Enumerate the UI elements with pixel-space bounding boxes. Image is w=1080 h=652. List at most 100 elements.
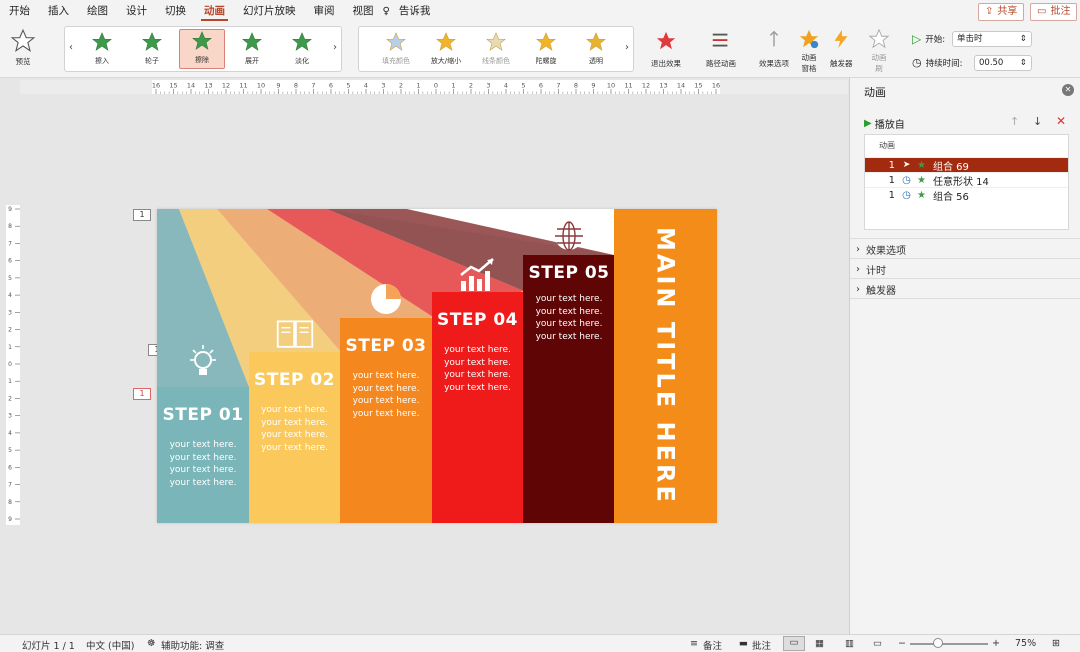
- notes-button[interactable]: 备注: [703, 638, 722, 652]
- menu-5[interactable]: 动画: [195, 0, 234, 22]
- move-up-icon[interactable]: ↑: [1010, 115, 1019, 128]
- step-label: STEP 03: [345, 336, 427, 356]
- start-select[interactable]: 单击时 ⇕: [952, 31, 1032, 47]
- effect-4[interactable]: 淡化: [279, 29, 325, 69]
- main-title: MAIN TITLE HERE: [651, 227, 680, 505]
- main-title-box[interactable]: MAIN TITLE HERE: [614, 209, 717, 523]
- sorter-view-icon[interactable]: ▦: [815, 638, 824, 649]
- ruler-tick-label: 3: [8, 413, 12, 420]
- step-5-block[interactable]: STEP 05 your text here. your text here. you…: [523, 255, 615, 523]
- play-from-button[interactable]: ▶ 播放自: [864, 116, 905, 131]
- normal-view-icon[interactable]: ▭: [783, 636, 805, 651]
- zoom-level[interactable]: 75%: [1015, 638, 1036, 649]
- zoom-slider[interactable]: [910, 643, 988, 645]
- trigger-button[interactable]: 触发器: [830, 28, 853, 69]
- ruler-tick-label: 7: [8, 240, 12, 247]
- zoom-slider-thumb[interactable]: [933, 638, 943, 648]
- green-star-icon: ★: [917, 189, 926, 201]
- gallery-right-arrow[interactable]: ›: [333, 42, 337, 53]
- reading-view-icon[interactable]: ▥: [845, 638, 854, 649]
- delete-icon[interactable]: ✕: [1056, 114, 1066, 128]
- menu-6[interactable]: 幻灯片放映: [234, 0, 305, 22]
- ruler-tick-label: 0: [8, 361, 12, 368]
- menu-2[interactable]: 绘图: [78, 0, 117, 22]
- close-icon[interactable]: ✕: [1062, 84, 1074, 96]
- zoom-out-icon[interactable]: −: [898, 638, 906, 649]
- zoom-in-icon[interactable]: +: [992, 638, 1000, 649]
- emphasis-effect-0[interactable]: 填充颜色: [373, 29, 419, 69]
- ruler-tick-label: 4: [8, 292, 12, 299]
- duration-input[interactable]: 00.50 ⇕: [974, 55, 1032, 71]
- slideshow-view-icon[interactable]: ▭: [873, 638, 882, 649]
- animation-row[interactable]: 1 ◷ ★ 任意形状 14: [865, 172, 1068, 188]
- emphasis-effect-1[interactable]: 放大/缩小: [423, 29, 469, 69]
- path-animation-button[interactable]: 路径动画: [706, 30, 736, 69]
- clock-icon: ◷: [902, 174, 911, 186]
- animation-tag-selected[interactable]: 1: [133, 388, 151, 400]
- preview-button[interactable]: 预览: [10, 28, 36, 67]
- menu-7[interactable]: 审阅: [305, 0, 344, 22]
- green-star-icon: [192, 31, 212, 50]
- gallery-left-arrow[interactable]: ‹: [69, 42, 73, 53]
- ruler-tick-label: 8: [294, 82, 298, 90]
- timing-section[interactable]: › 计时: [856, 262, 886, 277]
- menu-9[interactable]: 告诉我: [390, 0, 440, 22]
- trigger-section[interactable]: › 触发器: [856, 282, 896, 297]
- ruler-tick-label: 2: [469, 82, 473, 90]
- spinner-icon: ⇕: [1019, 58, 1027, 68]
- animation-tag[interactable]: 1: [133, 209, 151, 221]
- menu-1[interactable]: 插入: [39, 0, 78, 22]
- animation-brush-button[interactable]: 动画 刷: [868, 28, 890, 74]
- ruler-tick-label: 3: [381, 82, 385, 90]
- fit-window-icon[interactable]: ⊞: [1052, 638, 1060, 649]
- ruler-tick-label: 1: [8, 344, 12, 351]
- ruler-tick-label: 4: [504, 82, 508, 90]
- menu-8[interactable]: 视图: [344, 0, 383, 22]
- ruler-tick-label: 9: [591, 82, 595, 90]
- preview-star-icon: [10, 28, 36, 53]
- clock-icon: ◷: [902, 189, 911, 201]
- emphasis-gallery: 填充颜色 放大/缩小 线条颜色 陀螺旋 透明 ›: [358, 26, 634, 72]
- comments-button[interactable]: ▭ 批注: [1030, 3, 1078, 21]
- effect-0[interactable]: 擦入: [79, 29, 125, 69]
- accessibility-status[interactable]: 辅助功能: 调查: [161, 638, 224, 652]
- share-button[interactable]: ⇪ 共享: [978, 3, 1025, 21]
- step-text-line: your text here.: [444, 382, 511, 393]
- slide[interactable]: STEP 01 your text here. your text here. you…: [157, 209, 717, 523]
- comment-icon: ▬: [739, 638, 748, 649]
- ruler-tick-label: 3: [8, 309, 12, 316]
- green-star-icon: ★: [917, 159, 926, 171]
- emphasis-effect-2[interactable]: 线条颜色: [473, 29, 519, 69]
- language-indicator[interactable]: 中文 (中国): [86, 638, 134, 652]
- emphasis-effect-3[interactable]: 陀螺旋: [523, 29, 569, 69]
- effect-1[interactable]: 轮子: [129, 29, 175, 69]
- animation-pane-button[interactable]: 动画 窗格: [798, 28, 820, 74]
- menu-4[interactable]: 切换: [156, 0, 195, 22]
- effect-options-section[interactable]: › 效果选项: [856, 242, 906, 257]
- step-text-line: your text here.: [444, 357, 511, 368]
- green-star-icon: [242, 32, 262, 51]
- menu-3[interactable]: 设计: [117, 0, 156, 22]
- emphasis-right-arrow[interactable]: ›: [625, 42, 629, 53]
- spinner-icon: ⇕: [1019, 34, 1027, 44]
- move-down-icon[interactable]: ↓: [1033, 115, 1042, 128]
- effect-2[interactable]: 擦除: [179, 29, 225, 69]
- step-1-block[interactable]: STEP 01 your text here. your text here. you…: [157, 387, 249, 523]
- animation-row[interactable]: 1 ◷ ★ 组合 56: [865, 187, 1068, 203]
- animation-row[interactable]: 1 ➤ ★ 组合 69: [865, 157, 1068, 173]
- step-3-block[interactable]: STEP 03 your text here. your text here. you…: [340, 318, 432, 523]
- effect-3[interactable]: 展开: [229, 29, 275, 69]
- comments-status-button[interactable]: 批注: [752, 638, 771, 652]
- ruler-tick-label: 1: [416, 82, 420, 90]
- exit-effect-button[interactable]: 退出效果: [651, 30, 681, 69]
- share-icon: ⇪: [985, 6, 994, 17]
- step-text-line: your text here.: [169, 440, 237, 450]
- status-bar: 幻灯片 1 / 1 中文 (中国) ☸ 辅助功能: 调查 ≡ 备注 ▬ 批注 ▭…: [0, 634, 1080, 652]
- step-2-block[interactable]: STEP 02 your text here. your text here. you…: [248, 352, 341, 523]
- emphasis-effect-4[interactable]: 透明: [573, 29, 619, 69]
- step-4-block[interactable]: STEP 04 your text here. your text here. you…: [431, 292, 524, 523]
- step-text-line: your text here.: [444, 370, 511, 380]
- effect-options-button[interactable]: 效果选项: [759, 28, 789, 69]
- menu-0[interactable]: 开始: [0, 0, 39, 22]
- list-header: 动画: [879, 141, 895, 150]
